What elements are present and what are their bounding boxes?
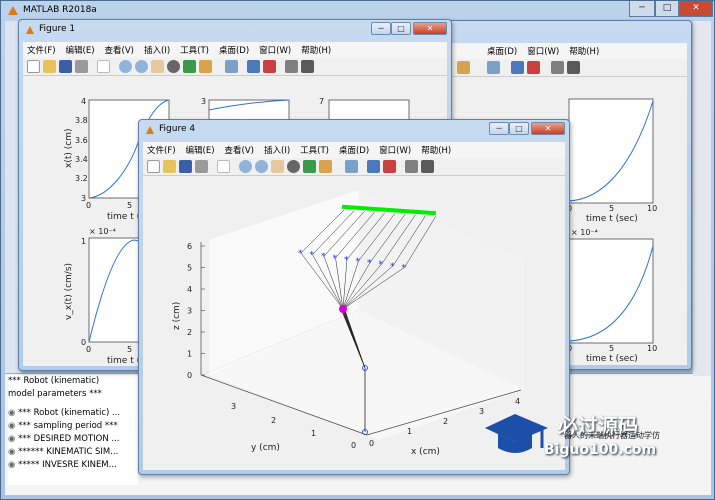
ytick-label: 3.8 <box>75 116 88 125</box>
main-close-button[interactable]: ✕ <box>679 1 713 17</box>
elbow-joint-marker <box>339 305 347 313</box>
yaxis-label: y (cm) <box>251 443 280 453</box>
xtick-label: 4 <box>515 397 520 406</box>
cmd-line: *** Robot (kinematic) <box>8 376 100 386</box>
wrist-joint-marker: * <box>390 262 395 272</box>
ytick-label: 3.4 <box>75 155 88 164</box>
watermark: 必过源码 Biguo100.com 器人的末端执行器运动学仿 <box>480 410 710 470</box>
wrist-joint-marker: * <box>298 249 303 259</box>
xtick-label: 10 <box>647 344 657 353</box>
main-window-title: MATLAB R2018a <box>23 5 97 15</box>
cmd-item[interactable]: ◉ *** DESIRED MOTION ... <box>8 433 138 446</box>
cmd-item[interactable]: ◉ *** sampling period *** <box>8 420 138 433</box>
ytick-label: 3 <box>201 97 206 106</box>
ztick-label: 4 <box>187 285 192 294</box>
ytick-label: 1 <box>81 237 86 246</box>
ytick-label: 3.2 <box>75 174 88 183</box>
cmd-item[interactable]: ◉ ****** KINEMATIC SIM... <box>8 446 138 459</box>
exponent-label: × 10⁻⁴ <box>571 228 598 237</box>
xtick-label: 10 <box>647 204 657 213</box>
ztick-label: 3 <box>187 307 192 316</box>
ztick-label: 2 <box>187 328 192 337</box>
wrist-joint-marker: * <box>379 260 384 270</box>
ytick-label: 3 <box>231 402 236 411</box>
main-maximize-button[interactable]: □ <box>655 1 679 17</box>
graduation-cap-icon <box>485 414 548 453</box>
yaxis-label: v_x(t) (cm/s) <box>64 263 74 320</box>
wrist-joint-marker: * <box>310 251 315 261</box>
cmd-item[interactable]: ◉ *** Robot (kinematic) ... <box>8 407 138 420</box>
xtick-label: 2 <box>443 417 448 426</box>
wrist-joint-marker: * <box>333 254 338 264</box>
xaxis-label: time t (sec) <box>586 354 638 364</box>
zaxis-label: z (cm) <box>172 302 182 330</box>
ytick-label: 0 <box>351 441 356 450</box>
xaxis-label: x (cm) <box>411 447 440 457</box>
ytick-label: 3.6 <box>75 136 88 145</box>
ztick-label: 0 <box>187 371 192 380</box>
watermark-url: Biguo100.com <box>544 442 657 458</box>
xtick-label: 1 <box>407 427 412 436</box>
xtick-label: 0 <box>369 439 374 448</box>
yaxis-label: x(t) (cm) <box>64 129 74 168</box>
matlab-logo-icon <box>8 6 18 15</box>
xtick-label: 5 <box>127 345 132 354</box>
ztick-label: 5 <box>187 264 192 273</box>
xaxis-label: time t (sec) <box>586 214 638 224</box>
wrist-joint-marker: * <box>367 259 372 269</box>
xtick-label: 5 <box>127 201 132 210</box>
wrist-joint-marker: * <box>356 257 361 267</box>
command-window: *** Robot (kinematic) model parameters *… <box>8 375 138 485</box>
wrist-joint-marker: * <box>402 263 407 273</box>
wrist-joint-marker: * <box>321 252 326 262</box>
cmd-item[interactable]: ◉ ***** INVESRE KINEM... <box>8 459 138 472</box>
watermark-side-text: 器人的末端执行器运动学仿 <box>564 431 660 440</box>
desktop-right-strip <box>693 21 711 376</box>
xtick-label: 0 <box>86 201 91 210</box>
cmd-line: model parameters *** <box>8 389 102 399</box>
ztick-label: 6 <box>187 242 192 251</box>
wrist-joint-marker: * <box>344 255 349 265</box>
ytick-label: 2 <box>271 416 276 425</box>
ytick-label: 7 <box>319 97 324 106</box>
exponent-label: × 10⁻⁴ <box>89 227 116 236</box>
main-minimize-button[interactable]: ─ <box>629 1 655 17</box>
xtick-label: 5 <box>609 344 614 353</box>
xtick-label: 0 <box>86 345 91 354</box>
ztick-label: 1 <box>187 350 192 359</box>
ytick-label: 1 <box>311 429 316 438</box>
ytick-label: 4 <box>81 97 86 106</box>
xtick-label: 5 <box>609 204 614 213</box>
